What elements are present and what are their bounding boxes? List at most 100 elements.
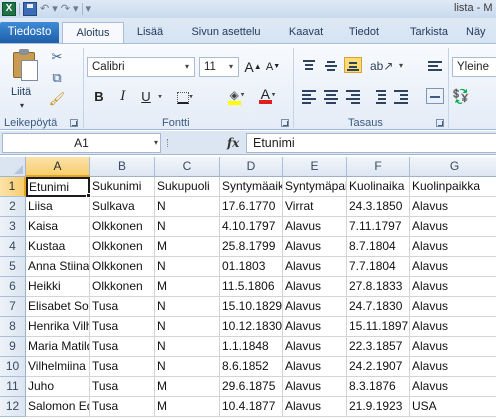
cell-g6[interactable]: Alavus	[410, 277, 496, 297]
column-header-d[interactable]: D	[220, 157, 283, 177]
cell-a7[interactable]: Elisabet Sofia	[26, 297, 90, 317]
paste-button[interactable]: Liitä ▾	[8, 48, 42, 112]
cell-f8[interactable]: 15.11.1897	[347, 317, 410, 337]
cell-c4[interactable]: M	[155, 237, 220, 257]
cell-f5[interactable]: 7.7.1804	[347, 257, 410, 277]
cell-d10[interactable]: 8.6.1852	[220, 357, 283, 377]
column-header-g[interactable]: G	[410, 157, 496, 177]
wrap-text-icon[interactable]	[426, 58, 444, 74]
cell-g7[interactable]: Alavus	[410, 297, 496, 317]
cell-g4[interactable]: Alavus	[410, 237, 496, 257]
bold-button[interactable]: B	[90, 87, 108, 107]
cell-f6[interactable]: 27.8.1833	[347, 277, 410, 297]
cell-c10[interactable]: N	[155, 357, 220, 377]
cell-g9[interactable]: Alavus	[410, 337, 496, 357]
font-name-select[interactable]: Calibri ▾	[87, 57, 195, 77]
row-header-3[interactable]: 3	[0, 217, 26, 237]
row-header-10[interactable]: 10	[0, 357, 26, 377]
cell-f1[interactable]: Kuolinaika	[347, 177, 410, 197]
chevron-down-icon[interactable]: ▾	[154, 134, 158, 152]
cell-e7[interactable]: Alavus	[283, 297, 347, 317]
cell-a1[interactable]: Etunimi	[26, 177, 90, 197]
align-middle-icon[interactable]	[322, 58, 340, 74]
redo-dropdown-icon[interactable]: ▾	[73, 2, 79, 16]
cell-d4[interactable]: 25.8.1799	[220, 237, 283, 257]
align-right-icon[interactable]	[344, 88, 362, 104]
underline-dropdown[interactable]: ▾	[155, 87, 165, 107]
cell-c11[interactable]: M	[155, 377, 220, 397]
cell-a6[interactable]: Heikki	[26, 277, 90, 297]
cell-d3[interactable]: 4.10.1797	[220, 217, 283, 237]
cell-d6[interactable]: 11.5.1806	[220, 277, 283, 297]
cell-a8[interactable]: Henrika Vilhelmiina	[26, 317, 90, 337]
tab-view[interactable]: Näy	[466, 22, 496, 43]
font-launcher-icon[interactable]	[281, 119, 289, 127]
cell-g12[interactable]: USA	[410, 397, 496, 417]
row-header-1[interactable]: 1	[0, 177, 26, 197]
cell-a5[interactable]: Anna Stiina	[26, 257, 90, 277]
cell-e4[interactable]: Alavus	[283, 237, 347, 257]
cell-a2[interactable]: Liisa	[26, 197, 90, 217]
cell-f2[interactable]: 24.3.1850	[347, 197, 410, 217]
cell-g2[interactable]: Alavus	[410, 197, 496, 217]
undo-dropdown-icon[interactable]: ▾	[52, 2, 58, 16]
cell-a3[interactable]: Kaisa	[26, 217, 90, 237]
cell-f12[interactable]: 21.9.1923	[347, 397, 410, 417]
tab-file[interactable]: Tiedosto	[0, 22, 59, 43]
cell-e12[interactable]: Alavus	[283, 397, 347, 417]
tab-review[interactable]: Tarkista	[398, 22, 460, 43]
align-top-icon[interactable]	[300, 58, 318, 74]
font-color-button[interactable]: A ▾	[254, 85, 280, 105]
grow-font-button[interactable]: A▲	[244, 57, 262, 77]
redo-icon[interactable]: ↷	[61, 2, 70, 16]
row-header-4[interactable]: 4	[0, 237, 26, 257]
cut-icon[interactable]: ✂	[48, 48, 66, 66]
underline-button[interactable]: U	[137, 87, 155, 107]
cell-c5[interactable]: N	[155, 257, 220, 277]
decrease-indent-icon[interactable]	[370, 88, 388, 104]
tab-data[interactable]: Tiedot	[340, 22, 388, 43]
cell-b9[interactable]: Tusa	[90, 337, 155, 357]
chevron-down-icon[interactable]: ▾	[20, 101, 24, 110]
currency-format-icon[interactable]: 💱	[452, 87, 496, 105]
fill-handle[interactable]	[86, 193, 91, 198]
tab-formulas[interactable]: Kaavat	[280, 22, 332, 43]
undo-icon[interactable]: ↶	[40, 2, 49, 16]
cell-a10[interactable]: Vilhelmiina	[26, 357, 90, 377]
cell-d8[interactable]: 10.12.1830	[220, 317, 283, 337]
cell-d11[interactable]: 29.6.1875	[220, 377, 283, 397]
italic-button[interactable]: I	[114, 87, 132, 107]
tab-insert[interactable]: Lisää	[128, 22, 172, 43]
cell-b11[interactable]: Tusa	[90, 377, 155, 397]
cell-f10[interactable]: 24.2.1907	[347, 357, 410, 377]
orientation-icon[interactable]: ab↗	[370, 57, 393, 75]
cell-c8[interactable]: N	[155, 317, 220, 337]
cell-c1[interactable]: Sukupuoli	[155, 177, 220, 197]
borders-button[interactable]: ▾	[172, 87, 198, 107]
orientation-dropdown-icon[interactable]: ▾	[392, 57, 410, 75]
cell-f4[interactable]: 8.7.1804	[347, 237, 410, 257]
column-header-c[interactable]: C	[155, 157, 220, 177]
cell-d2[interactable]: 17.6.1770	[220, 197, 283, 217]
cell-e9[interactable]: Alavus	[283, 337, 347, 357]
cell-b2[interactable]: Sulkava	[90, 197, 155, 217]
cell-b12[interactable]: Tusa	[90, 397, 155, 417]
resize-handle-icon[interactable]	[167, 139, 175, 147]
row-header-2[interactable]: 2	[0, 197, 26, 217]
formula-input[interactable]: Etunimi	[246, 133, 496, 153]
cell-c12[interactable]: M	[155, 397, 220, 417]
column-header-f[interactable]: F	[347, 157, 410, 177]
increase-indent-icon[interactable]	[392, 88, 410, 104]
copy-icon[interactable]: ⧉	[48, 69, 66, 87]
row-header-6[interactable]: 6	[0, 277, 26, 297]
column-header-e[interactable]: E	[283, 157, 347, 177]
name-box[interactable]: A1 ▾	[2, 133, 161, 153]
row-header-7[interactable]: 7	[0, 297, 26, 317]
cell-b1[interactable]: Sukunimi	[90, 177, 155, 197]
align-left-icon[interactable]	[300, 88, 318, 104]
cell-d5[interactable]: 01.1803	[220, 257, 283, 277]
tab-page-layout[interactable]: Sivun asettelu	[180, 22, 272, 43]
cell-f7[interactable]: 24.7.1830	[347, 297, 410, 317]
cell-c6[interactable]: M	[155, 277, 220, 297]
cell-e5[interactable]: Alavus	[283, 257, 347, 277]
